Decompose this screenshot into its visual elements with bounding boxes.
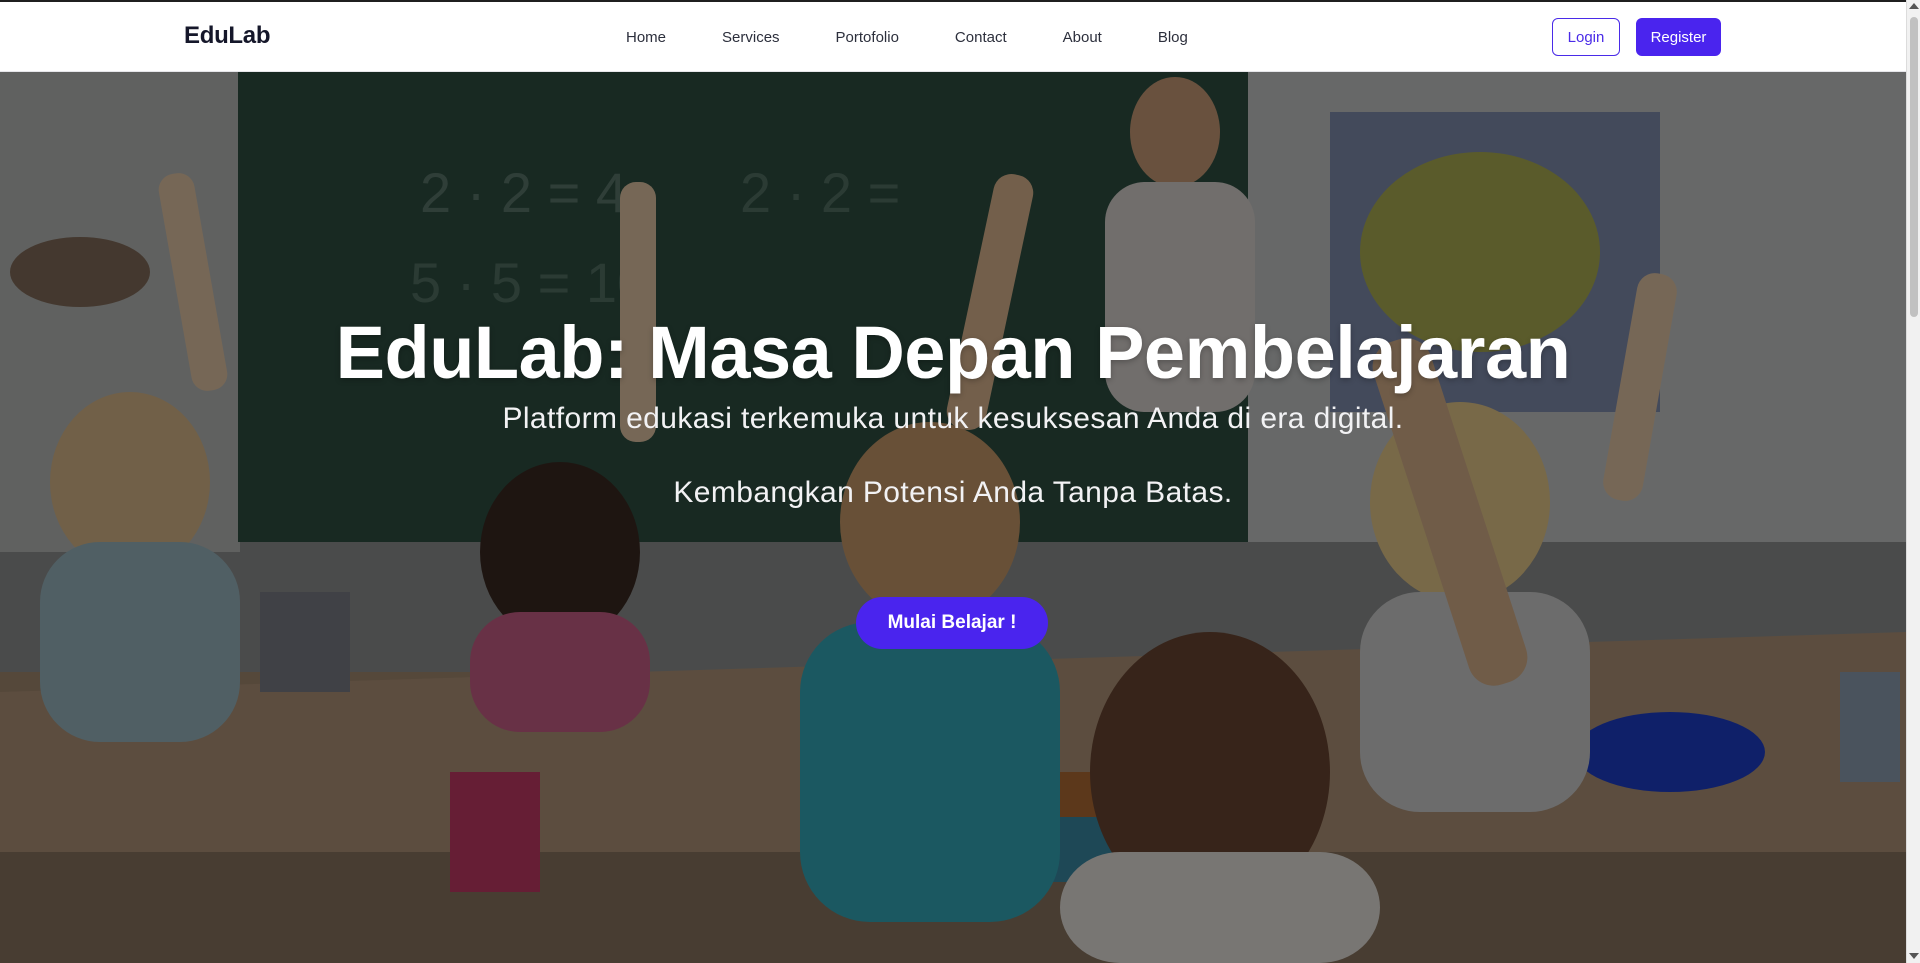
scroll-down-arrow-icon[interactable] <box>1909 953 1919 959</box>
hero-title: EduLab: Masa Depan Pembelajaran <box>335 311 1571 394</box>
brand-logo[interactable]: EduLab <box>184 22 271 50</box>
nav-link-about[interactable]: About <box>1063 29 1102 46</box>
scrollbar-thumb[interactable] <box>1910 17 1918 317</box>
nav-link-home[interactable]: Home <box>626 29 666 46</box>
hero-subtitle: Platform edukasi terkemuka untuk kesukse… <box>502 402 1404 435</box>
hero-section: 2 · 2 = 4 5 · 5 = 10 2 · 2 = EduLab: Mas… <box>0 72 1906 963</box>
nav-link-portofolio[interactable]: Portofolio <box>836 29 899 46</box>
hero-tagline: Kembangkan Potensi Anda Tanpa Batas. <box>673 476 1233 509</box>
scroll-up-arrow-icon[interactable] <box>1909 3 1919 9</box>
login-button[interactable]: Login <box>1552 18 1620 56</box>
hero-dark-overlay <box>0 72 1906 963</box>
page: EduLab Home Services Portofolio Contact … <box>0 0 1920 963</box>
register-button[interactable]: Register <box>1636 18 1721 56</box>
nav-links: Home Services Portofolio Contact About B… <box>626 2 1188 72</box>
navbar: EduLab Home Services Portofolio Contact … <box>0 2 1906 72</box>
page-scrollbar[interactable] <box>1906 0 1920 963</box>
nav-link-contact[interactable]: Contact <box>955 29 1007 46</box>
nav-link-services[interactable]: Services <box>722 29 780 46</box>
start-learning-button[interactable]: Mulai Belajar ! <box>856 597 1048 649</box>
nav-link-blog[interactable]: Blog <box>1158 29 1188 46</box>
